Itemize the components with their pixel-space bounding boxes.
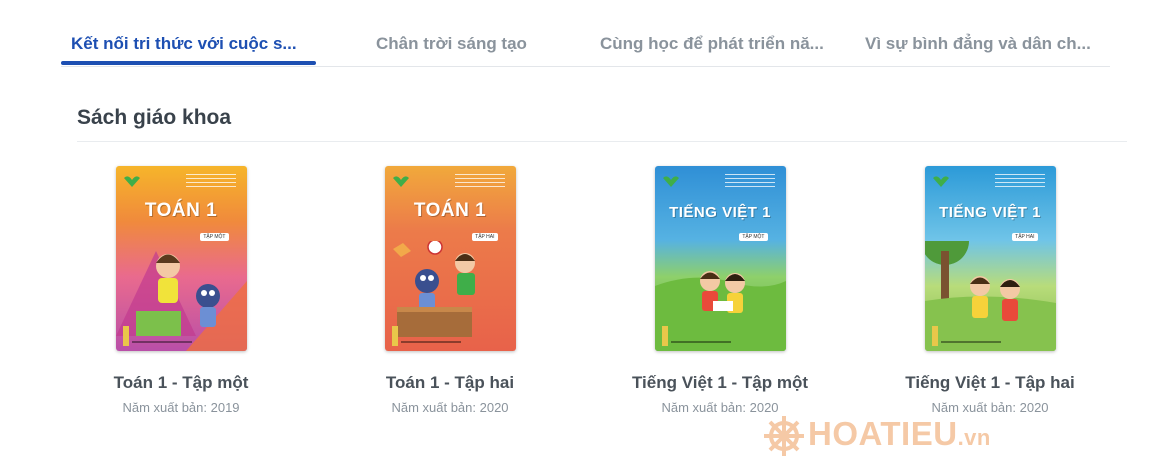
watermark-text: HOATIEU.vn	[808, 415, 991, 453]
book-cover[interactable]: TIẾNG VIỆT 1 TẬP HAI	[924, 166, 1056, 351]
cover-authors	[994, 174, 1045, 190]
cover-title: TOÁN 1	[144, 200, 218, 221]
book-cover[interactable]: TIẾNG VIỆT 1 TẬP MỘT	[654, 166, 786, 351]
book-title[interactable]: Tiếng Việt 1 - Tập hai	[870, 373, 1110, 393]
book-cover[interactable]: TOÁN 1 TẬP MỘT	[115, 166, 247, 351]
cover-volume: TẬP HAI	[472, 233, 498, 241]
book-title[interactable]: Toán 1 - Tập hai	[330, 373, 570, 393]
active-tab-indicator	[61, 61, 316, 65]
cover-spine-mark	[931, 326, 938, 346]
tab-cung-hoc[interactable]: Cùng học để phát triển nă...	[600, 22, 824, 66]
book-year: Năm xuất bản: 2020	[931, 400, 1049, 415]
cover-title: TIẾNG VIỆT 1	[669, 204, 771, 221]
cover-illustration	[654, 271, 786, 351]
cover-publisher	[670, 341, 731, 343]
section-divider	[77, 141, 1127, 142]
section-title: Sách giáo khoa	[77, 106, 232, 129]
cover-publisher	[131, 341, 192, 343]
cover-volume: TẬP MỘT	[739, 233, 768, 241]
book-year: Năm xuất bản: 2020	[391, 400, 509, 415]
publisher-logo-icon	[662, 176, 679, 187]
cover-illustration	[924, 241, 1056, 351]
cover-spine-mark	[661, 326, 668, 346]
cover-authors	[185, 174, 236, 190]
book-card-toan1-tap-mot[interactable]: TOÁN 1 TẬP MỘT Toán 1 - Tập một Năm xuất…	[61, 166, 301, 415]
cover-illustration	[392, 241, 475, 337]
tab-chan-troi-sang-tao[interactable]: Chân trời sáng tạo	[376, 22, 527, 66]
cover-authors	[724, 174, 775, 190]
tab-bar: Kết nối tri thức với cuộc s... Chân trời…	[61, 22, 1110, 67]
book-year: Năm xuất bản: 2019	[122, 400, 240, 415]
cover-publisher	[940, 341, 1001, 343]
cover-volume: TẬP HAI	[1012, 233, 1038, 241]
tab-vi-su-binh-dang[interactable]: Vì sự bình đẳng và dân ch...	[865, 22, 1091, 66]
tab-ket-noi-tri-thuc[interactable]: Kết nối tri thức với cuộc s...	[71, 22, 297, 66]
cover-title: TIẾNG VIỆT 1	[939, 204, 1041, 221]
cover-title: TOÁN 1	[413, 200, 487, 221]
book-card-tieng-viet1-tap-mot[interactable]: TIẾNG VIỆT 1 TẬP MỘT Tiếng Việt 1 - Tập …	[600, 166, 840, 415]
watermark-suffix: .vn	[957, 425, 991, 450]
watermark-brand: HOATIEU	[808, 415, 958, 452]
book-title[interactable]: Toán 1 - Tập một	[61, 373, 301, 393]
cover-publisher	[400, 341, 461, 343]
cover-volume: TẬP MỘT	[200, 233, 229, 241]
publisher-logo-icon	[932, 176, 949, 187]
cover-authors	[454, 174, 505, 190]
book-card-tieng-viet1-tap-hai[interactable]: TIẾNG VIỆT 1 TẬP HAI Tiếng Việt 1 - Tập …	[870, 166, 1110, 415]
book-card-toan1-tap-hai[interactable]: TOÁN 1 TẬP HAI Toán 1 - Tập hai Năm xuất…	[330, 166, 570, 415]
publisher-logo-icon	[392, 176, 409, 187]
book-cover[interactable]: TOÁN 1 TẬP HAI	[384, 166, 516, 351]
cover-illustration	[115, 251, 247, 351]
publisher-logo-icon	[123, 176, 140, 187]
cover-spine-mark	[122, 326, 129, 346]
book-title[interactable]: Tiếng Việt 1 - Tập một	[600, 373, 840, 393]
ship-wheel-icon	[764, 416, 804, 456]
book-year: Năm xuất bản: 2020	[661, 400, 779, 415]
cover-spine-mark	[391, 326, 398, 346]
